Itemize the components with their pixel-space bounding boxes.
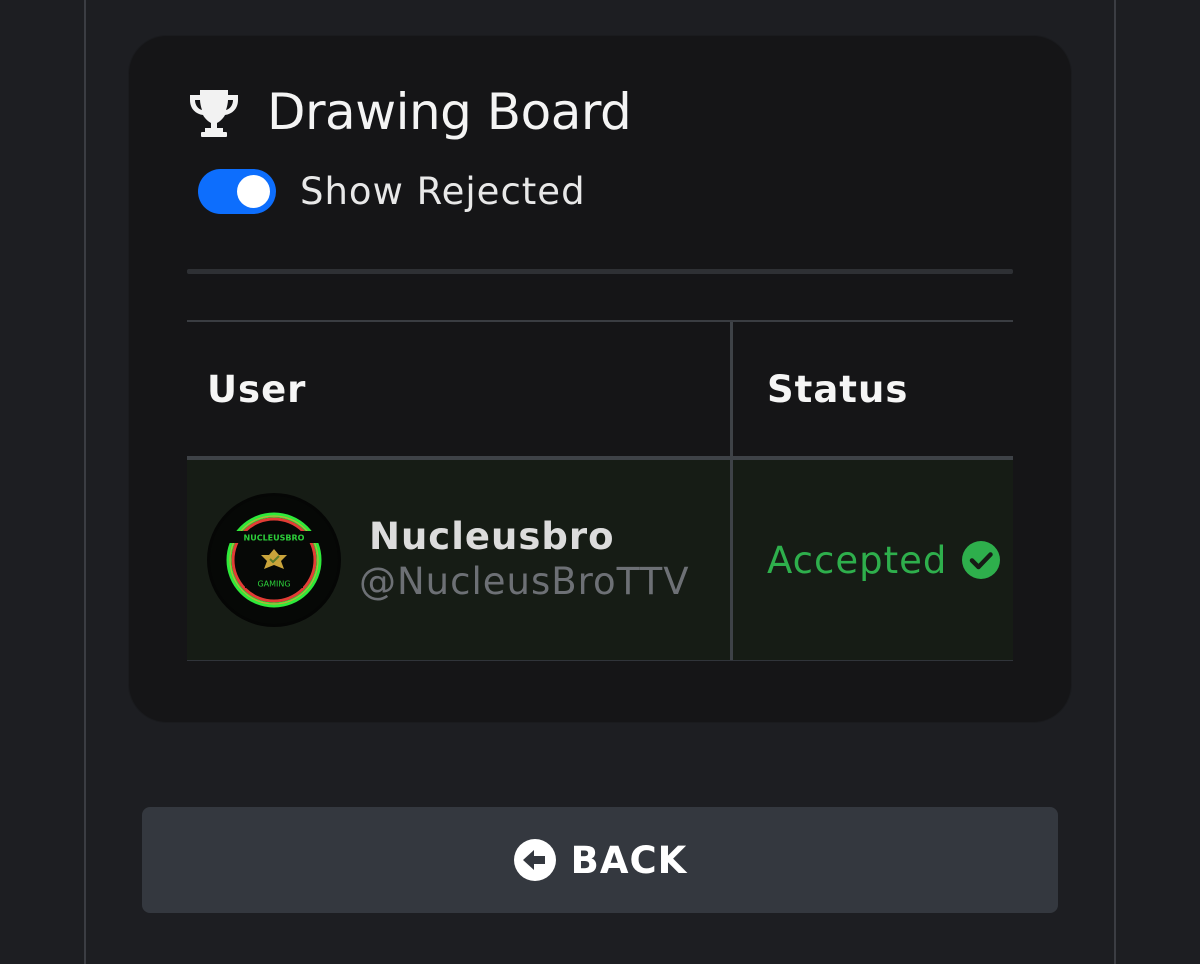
page-border-right bbox=[1114, 0, 1116, 964]
avatar[interactable]: NUCLEUSBRO GAMING bbox=[207, 493, 341, 627]
trophy-icon bbox=[190, 90, 238, 137]
arrow-left-circle-icon bbox=[513, 839, 556, 881]
avatar-text-bottom: GAMING bbox=[257, 580, 290, 589]
show-rejected-toggle[interactable] bbox=[198, 169, 276, 214]
user-display-name: Nucleusbro bbox=[369, 515, 615, 558]
column-header-user: User bbox=[187, 322, 733, 456]
toggle-knob bbox=[237, 175, 270, 208]
check-circle-icon bbox=[962, 541, 1001, 579]
show-rejected-label: Show Rejected bbox=[300, 170, 586, 213]
table-header: User Status bbox=[187, 320, 1013, 460]
section-divider bbox=[187, 269, 1013, 274]
user-cell: NUCLEUSBRO GAMING Nucleusbro @NucleusBro… bbox=[187, 460, 733, 660]
status-badge: Accepted bbox=[767, 538, 948, 582]
user-handle[interactable]: @NucleusBroTTV bbox=[359, 559, 690, 605]
page-title: Drawing Board bbox=[267, 83, 632, 141]
avatar-text-top: NUCLEUSBRO bbox=[244, 534, 305, 543]
status-cell: Accepted bbox=[733, 460, 1013, 660]
show-rejected-row: Show Rejected bbox=[198, 169, 586, 214]
table-row[interactable]: NUCLEUSBRO GAMING Nucleusbro @NucleusBro… bbox=[187, 460, 1013, 661]
column-header-status: Status bbox=[767, 367, 909, 411]
page-border-left bbox=[84, 0, 86, 964]
submissions-table: User Status NUCLEUSBRO GAMING Nucleusbro… bbox=[187, 320, 1013, 661]
back-button-label: BACK bbox=[570, 838, 688, 882]
drawing-board-card: Drawing Board Show Rejected User Status bbox=[129, 36, 1071, 722]
card-header: Drawing Board bbox=[187, 82, 632, 142]
nucleusbro-logo: NUCLEUSBRO GAMING bbox=[210, 496, 338, 624]
back-button[interactable]: BACK bbox=[142, 807, 1058, 913]
user-info: Nucleusbro @NucleusBroTTV bbox=[359, 515, 690, 605]
